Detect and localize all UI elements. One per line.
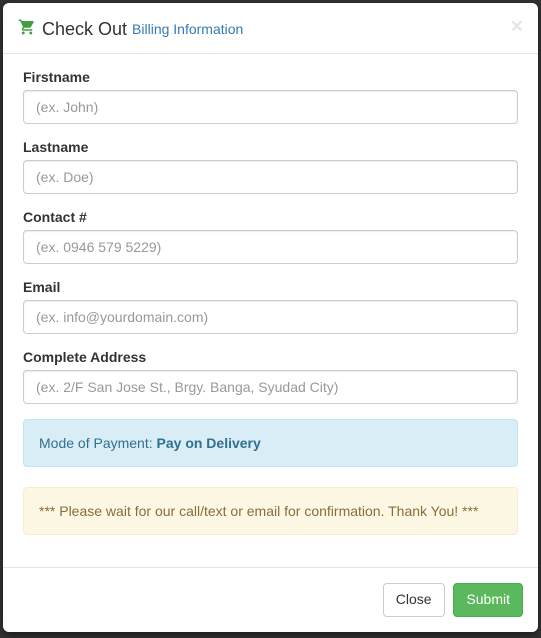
confirmation-alert: *** Please wait for our call/text or ema… [23,487,518,535]
email-input[interactable] [23,300,518,334]
lastname-input[interactable] [23,160,518,194]
close-icon[interactable]: × [511,16,523,37]
address-input[interactable] [23,370,518,404]
close-button[interactable]: Close [383,583,445,617]
submit-button[interactable]: Submit [453,583,523,617]
email-label: Email [23,279,518,295]
address-label: Complete Address [23,349,518,365]
email-group: Email [23,279,518,334]
checkout-modal: Check Out Billing Information × Firstnam… [3,3,538,632]
contact-group: Contact # [23,209,518,264]
modal-title: Check Out [42,20,127,38]
cart-icon [18,18,36,39]
modal-header: Check Out Billing Information × [3,3,538,54]
payment-mode-label: Mode of Payment: [39,435,157,451]
address-group: Complete Address [23,349,518,404]
lastname-label: Lastname [23,139,518,155]
contact-label: Contact # [23,209,518,225]
contact-input[interactable] [23,230,518,264]
modal-body: Firstname Lastname Contact # Email Compl… [3,54,538,567]
payment-mode-value: Pay on Delivery [157,435,261,451]
firstname-group: Firstname [23,69,518,124]
firstname-label: Firstname [23,69,518,85]
payment-mode-alert: Mode of Payment: Pay on Delivery [23,419,518,467]
firstname-input[interactable] [23,90,518,124]
modal-footer: Close Submit [3,567,538,632]
modal-subtitle: Billing Information [132,21,243,37]
lastname-group: Lastname [23,139,518,194]
